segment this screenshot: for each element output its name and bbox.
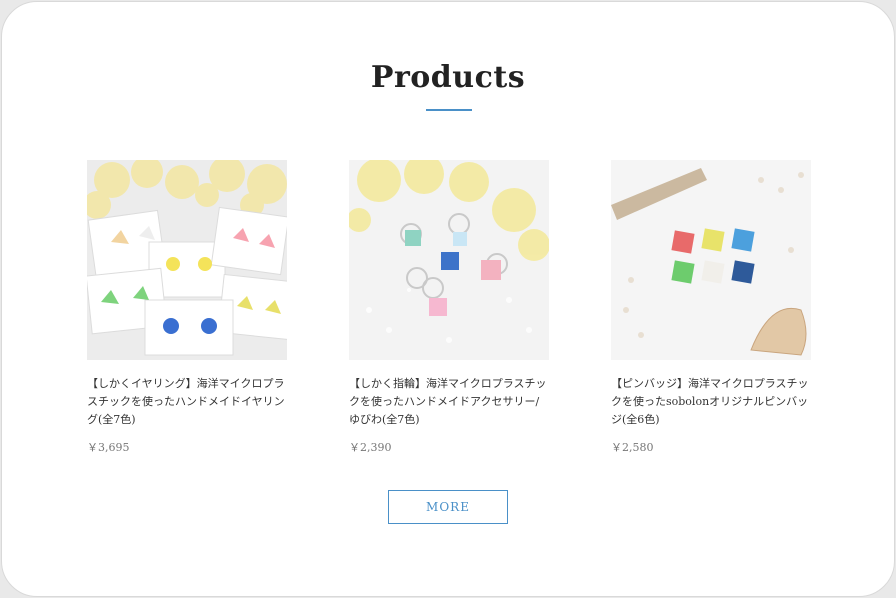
product-price: ￥2,580 bbox=[611, 441, 654, 454]
product-card[interactable]: 【しかく指輪】海洋マイクロプラスチックを使ったハンドメイドアクセサリー/ゆびわ(… bbox=[349, 160, 549, 455]
product-name[interactable]: 【しかくイヤリング】海洋マイクロプラスチックを使ったハンドメイドイヤリング(全7… bbox=[87, 375, 287, 429]
product-price: ￥3,695 bbox=[87, 441, 130, 454]
product-image-pin-badges[interactable] bbox=[611, 160, 811, 360]
product-name[interactable]: 【ピンバッジ】海洋マイクロプラスチックを使ったsobolonオリジナルピンバッジ… bbox=[611, 375, 811, 429]
product-card[interactable]: 【ピンバッジ】海洋マイクロプラスチックを使ったsobolonオリジナルピンバッジ… bbox=[611, 160, 811, 455]
title-underline bbox=[426, 109, 472, 111]
products-section: Products 【しかくイヤリング】海洋マイクロプラスチックを使ったハンドメイ… bbox=[1, 1, 895, 597]
product-name[interactable]: 【しかく指輪】海洋マイクロプラスチックを使ったハンドメイドアクセサリー/ゆびわ(… bbox=[349, 375, 549, 429]
product-card[interactable]: 【しかくイヤリング】海洋マイクロプラスチックを使ったハンドメイドイヤリング(全7… bbox=[87, 160, 287, 455]
product-image-earrings[interactable] bbox=[87, 160, 287, 360]
section-title: Products bbox=[370, 60, 526, 95]
product-price: ￥2,390 bbox=[349, 441, 392, 454]
more-button[interactable]: MORE bbox=[388, 490, 508, 524]
product-image-rings[interactable] bbox=[349, 160, 549, 360]
